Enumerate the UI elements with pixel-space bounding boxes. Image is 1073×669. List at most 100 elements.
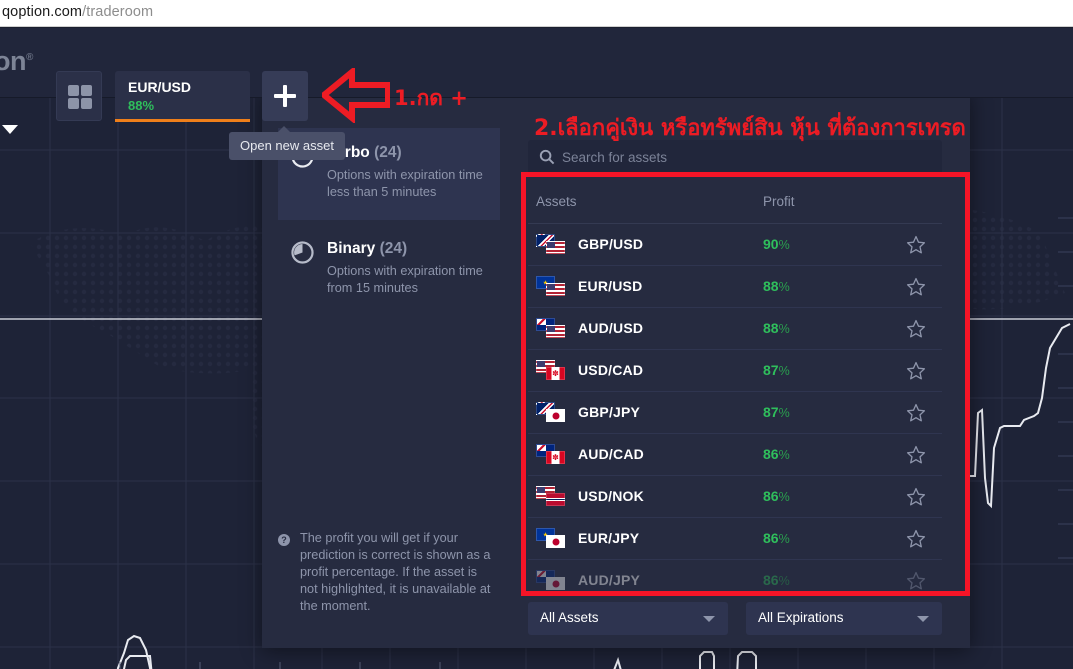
filter-all-expirations[interactable]: All Expirations [746, 602, 942, 635]
currency-pair-flags-icon: ✽ [536, 444, 566, 466]
column-header-assets: Assets [536, 194, 577, 209]
asset-name: AUD/CAD [578, 446, 644, 462]
filter-all-assets[interactable]: All Assets [528, 602, 728, 635]
chevron-down-icon [917, 616, 929, 622]
favorite-star-icon[interactable] [906, 235, 926, 255]
annotation-arrow-left-icon [319, 65, 391, 128]
filter-all-assets-label: All Assets [540, 610, 599, 625]
binary-clock-icon [290, 240, 315, 265]
registered-mark-icon: ® [26, 52, 33, 63]
table-row[interactable]: ★ EUR/JPY 86% [528, 518, 942, 560]
currency-pair-flags-icon [536, 318, 566, 340]
table-row[interactable]: AUD/USD 88% [528, 308, 942, 350]
table-row[interactable]: GBP/USD 90% [528, 224, 942, 266]
annotation-step1: 1.กด + [394, 86, 468, 110]
url-text: qoption.com/traderoom [2, 4, 153, 20]
plus-icon-vertical [283, 85, 287, 107]
favorite-star-icon[interactable] [906, 403, 926, 423]
flag-ca-icon: ✽ [546, 451, 565, 464]
url-path: /traderoom [82, 4, 154, 20]
asset-name: AUD/USD [578, 320, 644, 336]
asset-profit: 90% [763, 236, 790, 252]
asset-name: EUR/JPY [578, 530, 640, 546]
timeframe-caret-icon[interactable] [2, 125, 18, 134]
table-row[interactable]: ✽ AUD/CAD 86% [528, 434, 942, 476]
flag-us-icon [546, 325, 565, 338]
table-row[interactable]: ✽ USD/CAD 87% [528, 350, 942, 392]
brand-logo: on® [0, 46, 33, 76]
flag-jp-icon [546, 577, 565, 590]
tooltip-text: Open new asset [240, 138, 334, 153]
favorite-star-icon[interactable] [906, 319, 926, 339]
asset-table-header: Assets Profit [528, 182, 942, 224]
currency-pair-flags-icon [536, 402, 566, 424]
grid-icon [68, 85, 92, 109]
currency-pair-flags-icon [536, 570, 566, 592]
option-type-binary[interactable]: Binary (24) Options with expiration time… [278, 224, 500, 316]
asset-name: GBP/USD [578, 236, 644, 252]
asset-profit: 88% [763, 278, 790, 294]
asset-profit: 87% [763, 362, 790, 378]
asset-tab-profit: 88% [128, 98, 155, 113]
browser-url-bar[interactable]: qoption.com/traderoom [0, 0, 1073, 27]
column-header-profit: Profit [763, 194, 795, 209]
asset-name: USD/NOK [578, 488, 644, 504]
annotation-step2: 2.เลือกคู่เงิน หรือทรัพย์สิน หุ้น ที่ต้อ… [534, 116, 966, 141]
search-input[interactable] [562, 140, 932, 175]
asset-name: USD/CAD [578, 362, 644, 378]
flag-ca-icon: ✽ [546, 367, 565, 380]
screenshot-root: qoption.com/traderoom on® EUR/USD 88% Op… [0, 0, 1073, 669]
url-domain: qoption.com [2, 4, 83, 20]
asset-profit: 86% [763, 446, 790, 462]
flag-us-icon [546, 283, 565, 296]
option-type-title: Binary (24) [327, 240, 408, 257]
favorite-star-icon[interactable] [906, 529, 926, 549]
asset-profit: 88% [763, 320, 790, 336]
currency-pair-flags-icon: ★ [536, 276, 566, 298]
favorite-star-icon[interactable] [906, 571, 926, 591]
asset-search-box[interactable] [528, 140, 942, 175]
help-icon: ? [278, 534, 290, 546]
tooltip-arrow-icon [277, 126, 291, 133]
asset-profit: 87% [763, 404, 790, 420]
favorite-star-icon[interactable] [906, 487, 926, 507]
trading-app: on® EUR/USD 88% Open new asset Turbo (24… [0, 28, 1073, 669]
asset-name: EUR/USD [578, 278, 643, 294]
flag-us-icon [546, 241, 565, 254]
currency-pair-flags-icon: ★ [536, 528, 566, 550]
asset-profit: 86% [763, 488, 790, 504]
asset-table: Assets Profit GBP/USD90%★EUR/USD88%AUD/U… [528, 182, 942, 594]
asset-name: GBP/JPY [578, 404, 641, 420]
option-type-description: Options with expiration time from 15 min… [327, 264, 483, 295]
grid-view-button[interactable] [56, 71, 102, 121]
table-row[interactable]: GBP/JPY 87% [528, 392, 942, 434]
filter-all-expirations-label: All Expirations [758, 610, 844, 625]
chevron-down-icon [703, 616, 715, 622]
option-type-description: Options with expiration time less than 5… [327, 168, 483, 199]
option-type-count: (24) [374, 144, 402, 161]
flag-no-icon [546, 493, 565, 506]
asset-table-rows: GBP/USD 90% ★ EUR/USD 88% AUD/USD 88% ✽ USD/CAD 8… [528, 224, 942, 594]
table-row[interactable]: ★ EUR/USD 88% [528, 266, 942, 308]
profit-hint-text: The profit you will get if your predicti… [300, 531, 491, 613]
asset-picker-modal: Turbo (24) Options with expiration time … [262, 90, 970, 648]
table-row[interactable]: USD/NOK 86% [528, 476, 942, 518]
search-icon [539, 149, 555, 165]
favorite-star-icon[interactable] [906, 361, 926, 381]
asset-profit: 86% [763, 530, 790, 546]
currency-pair-flags-icon [536, 234, 566, 256]
asset-tab-eurusd[interactable]: EUR/USD 88% [115, 71, 250, 122]
favorite-star-icon[interactable] [906, 445, 926, 465]
favorite-star-icon[interactable] [906, 277, 926, 297]
asset-tab-name: EUR/USD [128, 79, 192, 95]
asset-profit: 86% [763, 572, 790, 588]
currency-pair-flags-icon [536, 486, 566, 508]
add-asset-button[interactable] [262, 71, 308, 121]
asset-name: AUD/JPY [578, 572, 641, 588]
currency-pair-flags-icon: ✽ [536, 360, 566, 382]
option-type-list: Turbo (24) Options with expiration time … [262, 90, 517, 648]
flag-jp-icon [546, 409, 565, 422]
flag-jp-icon [546, 535, 565, 548]
table-row[interactable]: AUD/JPY 86% [528, 560, 942, 594]
open-new-asset-tooltip: Open new asset [229, 126, 345, 160]
